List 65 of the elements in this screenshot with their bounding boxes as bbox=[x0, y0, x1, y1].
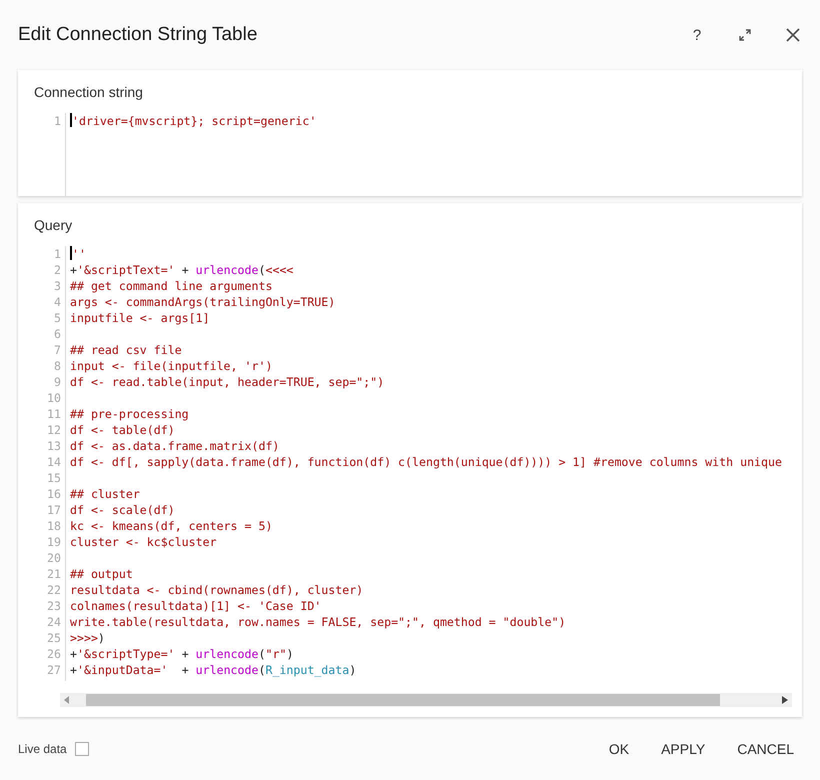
help-button[interactable]: ? bbox=[680, 18, 714, 52]
code-line: df <- scale(df) bbox=[70, 502, 175, 518]
horizontal-scrollbar[interactable] bbox=[60, 693, 792, 707]
code-line: ## output bbox=[70, 566, 133, 582]
line-number: 25 bbox=[46, 630, 61, 646]
code-line: input <- file(inputfile, 'r') bbox=[70, 358, 272, 374]
code-line: df <- read.table(input, header=TRUE, sep=";") bbox=[70, 374, 384, 390]
code-line: +'&scriptType=' + urlencode("r") bbox=[70, 646, 294, 662]
line-number: 18 bbox=[46, 518, 61, 534]
section-label: Connection string bbox=[34, 84, 144, 100]
code-line: ## get command line arguments bbox=[70, 278, 272, 294]
code-line: resultdata <- cbind(rownames(df), cluster) bbox=[70, 582, 364, 598]
line-number: 1 bbox=[53, 113, 61, 129]
line-number: 8 bbox=[53, 358, 61, 374]
line-number: 24 bbox=[46, 614, 61, 630]
code-line: kc <- kmeans(df, centers = 5) bbox=[70, 518, 272, 534]
code-line: 'driver={mvscript}; script=generic' bbox=[70, 113, 316, 129]
code-line: cluster <- kc$cluster bbox=[70, 534, 217, 550]
code-line: df <- df[, sapply(data.frame(df), function(df) c(length(unique(df)))) > 1] #remove columns with unique bbox=[70, 454, 782, 470]
line-number: 6 bbox=[53, 326, 61, 342]
dialog-button[interactable]: OK bbox=[598, 732, 640, 764]
code-line: write.table(resultdata, row.names = FALSE, sep=";", qmethod = "double") bbox=[70, 614, 566, 630]
section-label: Query bbox=[34, 217, 74, 233]
line-number: 12 bbox=[46, 422, 61, 438]
dialog-button[interactable]: CANCEL bbox=[727, 732, 804, 764]
line-number: 9 bbox=[53, 374, 61, 390]
code-line: df <- as.data.frame.matrix(df) bbox=[70, 438, 280, 454]
code-line: +'&scriptText=' + urlencode(<<<< bbox=[70, 262, 294, 278]
code-line: inputfile <- args[1] bbox=[70, 310, 210, 326]
line-number: 27 bbox=[46, 662, 61, 678]
line-number: 7 bbox=[53, 342, 61, 358]
dialog-title: Edit Connection String Table bbox=[18, 24, 258, 46]
live-data-label: Live data bbox=[18, 742, 67, 756]
code-line: ## read csv file bbox=[70, 342, 182, 358]
line-number: 23 bbox=[46, 598, 61, 614]
code-line: df <- table(df) bbox=[70, 422, 175, 438]
code-line: ## cluster bbox=[70, 486, 140, 502]
line-number: 3 bbox=[53, 278, 61, 294]
code-line: colnames(resultdata)[1] <- 'Case ID' bbox=[70, 598, 322, 614]
line-number: 15 bbox=[46, 470, 61, 486]
line-number: 5 bbox=[53, 310, 61, 326]
line-number: 4 bbox=[53, 294, 61, 310]
line-number: 16 bbox=[46, 486, 61, 502]
code-line: '' bbox=[70, 246, 86, 262]
line-number: 13 bbox=[46, 438, 61, 454]
line-number: 19 bbox=[46, 534, 61, 550]
scroll-right-icon[interactable] bbox=[782, 696, 788, 704]
line-number: 2 bbox=[53, 262, 61, 278]
line-number: 1 bbox=[53, 246, 61, 262]
code-line: +'&inputData=' + urlencode(R_input_data) bbox=[70, 662, 356, 678]
close-icon bbox=[786, 28, 800, 42]
dialog-button[interactable]: APPLY bbox=[651, 732, 716, 764]
expand-icon bbox=[739, 29, 751, 41]
line-number: 10 bbox=[46, 390, 61, 406]
line-number: 22 bbox=[46, 582, 61, 598]
line-number: 21 bbox=[46, 566, 61, 582]
line-number: 26 bbox=[46, 646, 61, 662]
live-data-checkbox[interactable] bbox=[74, 742, 89, 756]
code-line: ## pre-processing bbox=[70, 406, 189, 422]
line-number: 20 bbox=[46, 550, 61, 566]
code-line: >>>>) bbox=[70, 630, 105, 646]
line-number: 17 bbox=[46, 502, 61, 518]
line-number: 14 bbox=[46, 454, 61, 470]
code-line: args <- commandArgs(trailingOnly=TRUE) bbox=[70, 294, 336, 310]
line-number: 11 bbox=[46, 406, 61, 422]
